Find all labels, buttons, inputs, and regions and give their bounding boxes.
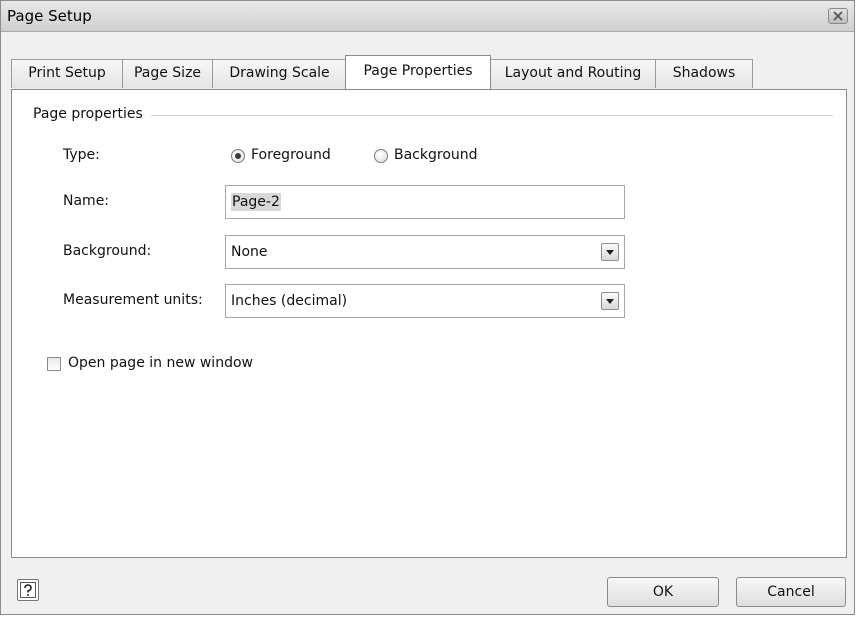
name-field-value: Page-2	[231, 193, 281, 211]
name-field[interactable]: Page-2	[225, 185, 625, 219]
tab-page-size[interactable]: Page Size	[122, 59, 213, 88]
close-button[interactable]	[828, 8, 848, 24]
tab-label: Page Properties	[363, 63, 473, 79]
measurement-units-select[interactable]: Inches (decimal)	[225, 284, 625, 318]
open-in-new-window-checkbox[interactable]	[47, 357, 61, 371]
tab-label: Shadows	[672, 65, 736, 81]
chevron-down-icon	[606, 250, 614, 255]
tab-label: Layout and Routing	[504, 65, 642, 81]
chevron-down-icon	[606, 299, 614, 304]
close-icon	[833, 11, 843, 21]
page-setup-dialog: Page Setup Print Setup Page Size Drawing…	[0, 0, 855, 615]
ok-button-label: OK	[652, 584, 674, 600]
foreground-radio[interactable]	[231, 149, 245, 163]
background-select[interactable]: None	[225, 235, 625, 269]
help-button[interactable]	[17, 579, 39, 601]
tab-shadows[interactable]: Shadows	[655, 59, 753, 88]
group-divider	[41, 115, 833, 116]
question-mark-icon	[20, 582, 36, 598]
background-radio-label[interactable]: Background	[394, 147, 478, 163]
background-label: Background:	[63, 243, 152, 259]
cancel-button[interactable]: Cancel	[736, 577, 846, 607]
tab-page-properties[interactable]: Page Properties	[345, 55, 491, 89]
title-bar[interactable]: Page Setup	[1, 1, 854, 32]
radio-selected-dot	[235, 153, 241, 159]
tab-print-setup[interactable]: Print Setup	[11, 59, 123, 88]
background-radio[interactable]	[374, 149, 388, 163]
tab-label: Page Size	[133, 65, 202, 81]
tab-layout-and-routing[interactable]: Layout and Routing	[490, 59, 656, 88]
tab-label: Drawing Scale	[229, 65, 330, 81]
tab-label: Print Setup	[28, 65, 106, 81]
group-label: Page properties	[33, 106, 151, 122]
cancel-button-label: Cancel	[767, 584, 815, 600]
foreground-radio-label[interactable]: Foreground	[251, 147, 331, 163]
open-in-new-window-label[interactable]: Open page in new window	[68, 355, 253, 371]
window-title: Page Setup	[7, 7, 92, 25]
ok-button[interactable]: OK	[607, 577, 719, 607]
measurement-units-label: Measurement units:	[63, 292, 203, 308]
measurement-units-dropdown-button[interactable]	[601, 292, 619, 310]
background-dropdown-button[interactable]	[601, 243, 619, 261]
measurement-units-select-value: Inches (decimal)	[231, 293, 348, 309]
type-label: Type:	[63, 147, 100, 163]
tab-drawing-scale[interactable]: Drawing Scale	[212, 59, 347, 88]
background-select-value: None	[231, 244, 268, 260]
name-label: Name:	[63, 193, 110, 209]
